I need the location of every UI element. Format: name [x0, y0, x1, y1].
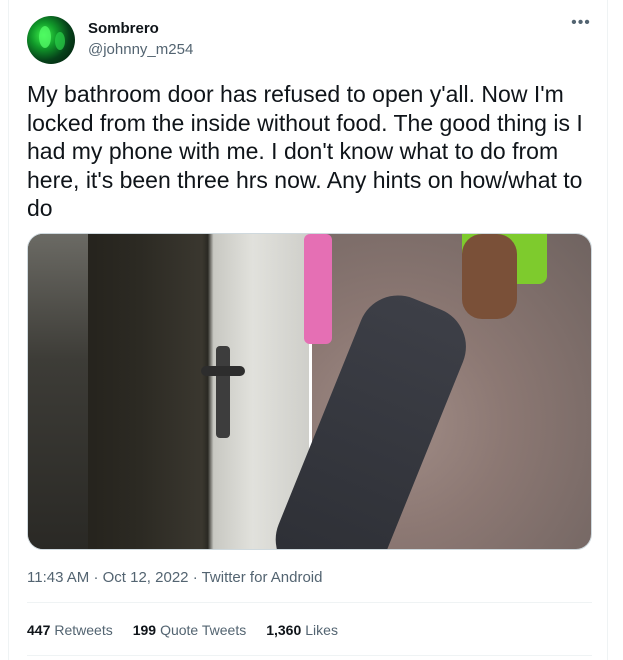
- retweets-stat[interactable]: 447 Retweets: [27, 622, 113, 638]
- likes-label: Likes: [305, 622, 338, 638]
- tweet-text: My bathroom door has refused to open y'a…: [27, 81, 583, 221]
- more-dots-icon[interactable]: •••: [569, 15, 593, 36]
- door-photo[interactable]: [28, 234, 309, 549]
- floor-photo[interactable]: [263, 234, 591, 549]
- tweet-source[interactable]: Twitter for Android: [202, 569, 323, 586]
- quote-tweets-stat[interactable]: 199 Quote Tweets: [133, 622, 247, 638]
- divider: [27, 602, 592, 603]
- quotes-count: 199: [132, 622, 157, 638]
- author-handle[interactable]: @johnny_m254: [88, 41, 193, 58]
- tweet-meta: 11:43 AM · Oct 12, 2022 · Twitter for An…: [27, 569, 322, 586]
- likes-stat[interactable]: 1,360 Likes: [266, 622, 338, 638]
- meta-separator: ·: [192, 569, 198, 586]
- author-name[interactable]: Sombrero: [88, 20, 159, 37]
- tweet-time[interactable]: 11:43 AM: [27, 569, 89, 586]
- avatar[interactable]: [27, 16, 75, 64]
- divider: [27, 655, 592, 656]
- retweets-label: Retweets: [54, 622, 113, 638]
- quotes-label: Quote Tweets: [160, 622, 247, 638]
- tweet-stats: 447 Retweets 199 Quote Tweets 1,360 Likes: [27, 622, 338, 638]
- likes-count: 1,360: [266, 622, 302, 638]
- retweets-count: 447: [27, 622, 51, 638]
- meta-separator: ·: [93, 569, 99, 586]
- tweet-media[interactable]: [27, 233, 592, 550]
- tweet-card: Sombrero @johnny_m254 ••• My bathroom do…: [8, 0, 608, 660]
- tweet-date[interactable]: Oct 12, 2022: [103, 569, 189, 586]
